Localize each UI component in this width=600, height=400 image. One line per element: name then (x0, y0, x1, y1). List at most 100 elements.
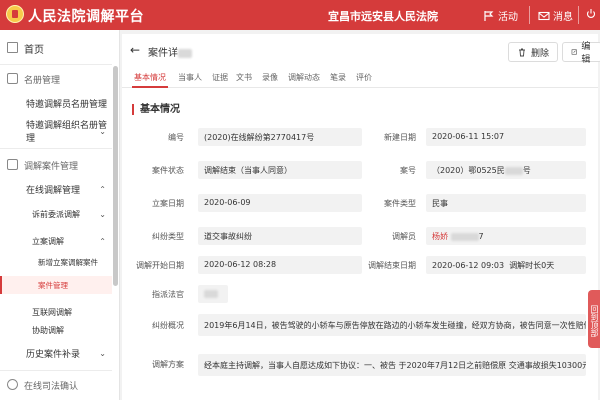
case-icon (7, 159, 18, 170)
sidebar-item-history-cases[interactable]: 历史案件补录 ⌄ (0, 344, 112, 362)
chevron-down-icon: ⌄ (99, 209, 106, 219)
docket-value: （2020）鄂0525民 号 (426, 161, 586, 179)
tab-documents[interactable]: 文书 (236, 72, 252, 83)
end-date-label: 调解结束日期 (368, 261, 416, 270)
start-date-label: 调解开始日期 (136, 261, 184, 270)
court-name: 宜昌市远安县人民法院 (328, 10, 438, 23)
sidebar-group-label: 在线司法确认 (24, 381, 79, 392)
detail-tabs: 基本情况 当事人 证据 文书 录像 调解动态 笔录 评价 (122, 68, 598, 88)
messages-label: 消息 (553, 12, 573, 23)
assigned-judge-label: 指派法官 (152, 290, 184, 299)
divider (0, 64, 112, 65)
chevron-up-icon: ⌃ (99, 184, 106, 194)
dispute-type-label: 纠纷类型 (152, 232, 184, 241)
sidebar-group-judicial-confirm[interactable]: 在线司法确认 (0, 376, 112, 394)
created-label: 新建日期 (384, 133, 416, 142)
plan-label: 调解方案 (152, 360, 184, 369)
file-date-value: 2020-06-09 (198, 194, 362, 212)
status-value: 调解结束（当事人同意） (198, 161, 362, 179)
sidebar-group-roster[interactable]: 名册管理 (0, 70, 112, 88)
edit-button[interactable]: 编辑 (562, 42, 600, 65)
section-title: 基本情况 (132, 104, 180, 115)
page-title: 案件详 (148, 44, 192, 59)
activity-button[interactable]: 活动 (483, 8, 518, 23)
sidebar-item-label: 历史案件补录 (26, 349, 81, 360)
docket-label: 案号 (400, 166, 416, 175)
sidebar-item-label: 诉前委派调解 (32, 209, 80, 219)
sidebar-group-label: 名册管理 (24, 75, 61, 86)
plan-value: 经本庭主持调解，当事人自愿达成如下协议：一、被告 于2020年7月12日之前赔偿… (198, 354, 586, 376)
divider (529, 6, 530, 24)
start-date-value: 2020-06-12 08:28 (198, 256, 362, 274)
tab-basic-info[interactable]: 基本情况 (134, 72, 166, 83)
chevron-down-icon: ⌄ (99, 126, 106, 136)
sidebar: 首页 名册管理 特邀调解员名册管理 ⌄ 特邀调解组织名册管理 ⌄ 调解案件管理 … (0, 30, 120, 400)
top-bar: 人民法院调解平台 宜昌市远安县人民法院 活动 消息 (0, 0, 600, 30)
sidebar-item-label: 特邀调解员名册管理 (26, 99, 108, 110)
status-label: 案件状态 (152, 166, 184, 175)
page-title-text: 案件详 (148, 48, 178, 59)
case-no-value: (2020)在线解纷第2770417号 (198, 128, 362, 146)
summary-value: 2019年6月14日，被告驾驶的小轿车与原告停放在路边的小轿车发生碰撞，经双方协… (198, 314, 586, 336)
sidebar-item-internet-mediation[interactable]: 互联网调解 (0, 304, 112, 320)
scale-icon (7, 379, 18, 390)
sidebar-item-label: 立案调解 (32, 236, 64, 246)
duration-text: 调解时长0天 (509, 261, 555, 270)
sidebar-item-label: 在线调解管理 (26, 185, 81, 196)
tab-parties[interactable]: 当事人 (178, 72, 202, 83)
mail-icon (538, 11, 550, 20)
docket-suffix: 号 (522, 166, 531, 175)
dispute-type-value: 道交事故纠纷 (198, 227, 362, 245)
sidebar-item-label: 互联网调解 (32, 307, 72, 317)
case-type-value: 民事 (426, 194, 586, 212)
delete-label: 删除 (531, 48, 550, 59)
sidebar-item-pre-litigation[interactable]: 诉前委派调解 ⌄ (0, 206, 112, 222)
redacted-block (178, 48, 192, 58)
chevron-down-icon: ⌄ (99, 348, 106, 358)
logout-button[interactable] (585, 8, 597, 20)
court-emblem-icon (6, 5, 24, 23)
back-arrow-icon[interactable]: ← (130, 43, 140, 57)
assigned-judge-value (198, 285, 228, 303)
sidebar-item-online-mediation[interactable]: 在线调解管理 ⌃ (0, 180, 112, 198)
sidebar-item-org-roster[interactable]: 特邀调解组织名册管理 ⌄ (0, 121, 112, 144)
case-detail-panel: ← 案件详 删除 编辑 基本情况 当事人 证据 文书 录像 调解动态 笔录 评价… (122, 34, 600, 400)
divider (0, 370, 112, 371)
divider (578, 6, 579, 24)
mediator-value: 杨娇 7 (426, 227, 586, 245)
sidebar-group-label: 调解案件管理 (24, 161, 79, 172)
sidebar-item-filing-mediation[interactable]: 立案调解 ⌃ (0, 233, 112, 249)
sidebar-item-assist-mediation[interactable]: 协助调解 (0, 322, 112, 338)
delete-button[interactable]: 删除 (508, 42, 559, 62)
file-date-label: 立案日期 (152, 199, 184, 208)
sidebar-item-home[interactable]: 首页 (0, 38, 112, 58)
redacted-block (204, 289, 218, 298)
edit-icon (571, 49, 577, 55)
tab-video[interactable]: 录像 (262, 72, 278, 83)
mediator-name[interactable]: 杨娇 (432, 232, 448, 241)
back-to-top-tab[interactable]: 回到顶部 (588, 290, 600, 348)
activity-label: 活动 (498, 12, 518, 23)
tab-mediation-updates[interactable]: 调解动态 (288, 72, 320, 83)
divider (0, 148, 112, 149)
tab-evidence[interactable]: 证据 (212, 72, 228, 83)
redacted-block (450, 232, 479, 241)
sidebar-group-cases[interactable]: 调解案件管理 (0, 156, 112, 174)
messages-button[interactable]: 消息 (538, 8, 573, 23)
home-icon (7, 42, 18, 53)
summary-label: 纠纷概况 (152, 321, 184, 330)
sidebar-scrollbar[interactable] (113, 66, 118, 286)
tab-records[interactable]: 笔录 (330, 72, 346, 83)
sidebar-item-new-filing-case[interactable]: 新增立案调解案件 (0, 254, 112, 270)
flag-icon (484, 10, 494, 21)
power-icon (586, 9, 596, 18)
sidebar-item-label: 首页 (24, 44, 44, 56)
sidebar-item-case-management[interactable]: 案件管理 (0, 276, 112, 294)
redacted-block (504, 166, 523, 175)
chevron-up-icon: ⌃ (99, 236, 106, 246)
tab-rating[interactable]: 评价 (356, 72, 372, 83)
sidebar-item-mediator-roster[interactable]: 特邀调解员名册管理 ⌄ (0, 94, 112, 112)
end-date-text: 2020-06-12 09:03 (432, 261, 505, 270)
sidebar-item-label: 案件管理 (38, 280, 68, 290)
docket-text: （2020）鄂0525民 (432, 166, 505, 175)
